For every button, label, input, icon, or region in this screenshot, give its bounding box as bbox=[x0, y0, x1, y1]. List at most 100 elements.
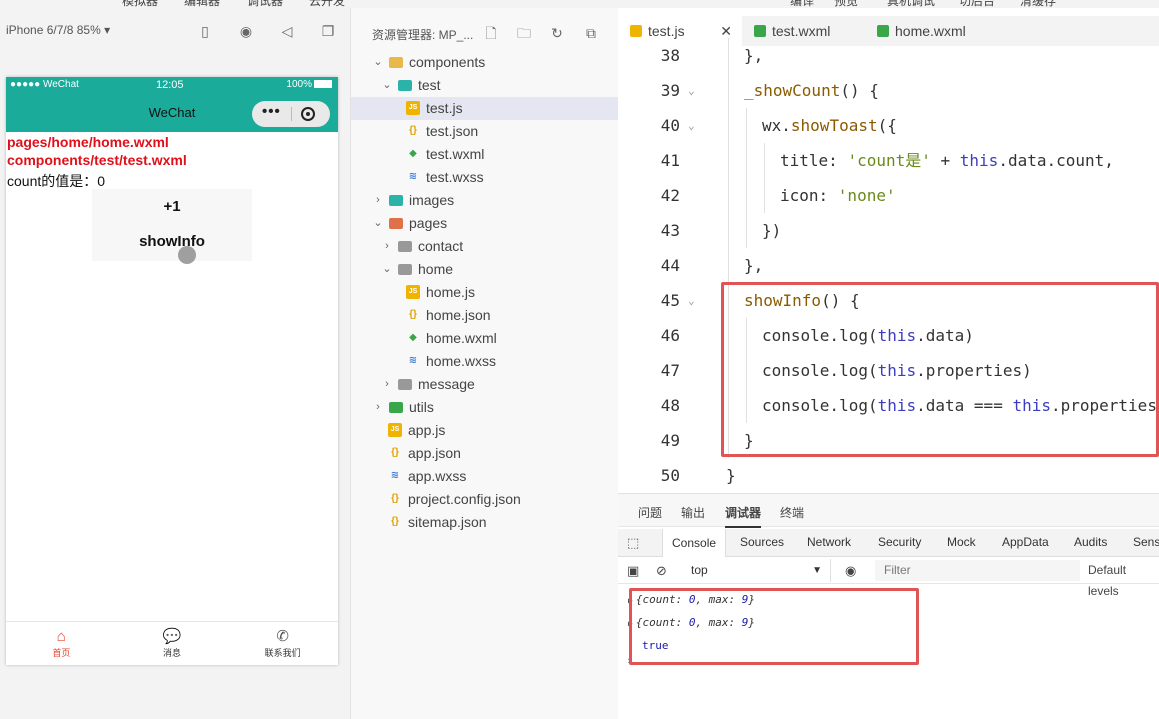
tree-item-home-json[interactable]: {} home.json bbox=[351, 304, 619, 327]
line-number: 49 bbox=[660, 431, 680, 450]
tree-item-components[interactable]: ⌄ components bbox=[351, 51, 619, 74]
tab-debugger[interactable]: 调试器 bbox=[725, 504, 762, 528]
tab-problems[interactable]: 问题 bbox=[638, 504, 662, 521]
tree-item-app-js[interactable]: JS app.js bbox=[351, 419, 619, 442]
code-line[interactable]: 42 icon: 'none' bbox=[618, 178, 1159, 213]
chevron-right-icon[interactable]: › bbox=[372, 189, 384, 212]
folder-icon bbox=[389, 57, 403, 68]
chevron-right-icon[interactable]: › bbox=[381, 373, 393, 396]
tree-item-test-json[interactable]: {} test.json bbox=[351, 120, 619, 143]
menu-capsule[interactable]: ••• bbox=[252, 101, 330, 127]
top-menu-item[interactable]: 编译 bbox=[790, 0, 814, 8]
wxml-icon: ◆ bbox=[409, 148, 417, 159]
status-bar: ●●●●● WeChat 12:05 100% bbox=[6, 77, 338, 93]
tree-item-label: images bbox=[409, 192, 455, 208]
top-menu-item[interactable]: 模拟器 bbox=[122, 0, 158, 8]
fold-chevron-icon[interactable]: ⌄ bbox=[688, 108, 695, 143]
tree-item-home-js[interactable]: JS home.js bbox=[351, 281, 619, 304]
code-line[interactable]: 44}, bbox=[618, 248, 1159, 283]
tab-output[interactable]: 输出 bbox=[681, 504, 705, 521]
tab-home[interactable]: ⌂ 首页 bbox=[6, 622, 117, 665]
code-line[interactable]: 40 ⌄ wx.showToast({ bbox=[618, 108, 1159, 143]
speaker-icon[interactable]: ◁ bbox=[278, 22, 296, 40]
tree-item-test-wxml[interactable]: ◆ test.wxml bbox=[351, 143, 619, 166]
code-line[interactable]: 43}) bbox=[618, 213, 1159, 248]
tree-item-label: home.js bbox=[426, 284, 476, 300]
chevron-right-icon[interactable]: › bbox=[381, 235, 393, 258]
indent-guide bbox=[764, 178, 765, 213]
tree-item-home-wxss[interactable]: ≋ home.wxss bbox=[351, 350, 619, 373]
touch-cursor bbox=[178, 246, 196, 264]
chevron-down-icon[interactable]: ⌄ bbox=[381, 258, 393, 281]
tab-mock[interactable]: Mock bbox=[947, 535, 976, 549]
tree-item-utils[interactable]: › utils bbox=[351, 396, 619, 419]
tree-item-label: app.json bbox=[408, 445, 461, 461]
tab-appdata[interactable]: AppData bbox=[1002, 535, 1049, 549]
top-menu-item[interactable]: 预览 bbox=[834, 0, 858, 8]
context-select[interactable]: top ▼ bbox=[681, 559, 831, 582]
phone-icon[interactable]: ▯ bbox=[196, 22, 214, 40]
top-menu-item[interactable]: 清缓存 bbox=[1020, 0, 1056, 8]
code-line[interactable]: 50} bbox=[618, 458, 1159, 493]
increment-button[interactable]: +1 bbox=[92, 198, 252, 215]
inspect-icon[interactable]: ⬚ bbox=[627, 535, 639, 551]
tree-item-test[interactable]: ⌄ test bbox=[351, 74, 619, 97]
tree-item-home[interactable]: ⌄ home bbox=[351, 258, 619, 281]
collapse-icon[interactable]: ⧉ bbox=[582, 24, 600, 42]
tab-audits[interactable]: Audits bbox=[1074, 535, 1107, 549]
tab-terminal[interactable]: 终端 bbox=[780, 504, 804, 521]
levels-select[interactable]: Default levels bbox=[1088, 560, 1159, 602]
tab-sensors[interactable]: Sens bbox=[1133, 535, 1159, 549]
sidebar-toggle-icon[interactable]: ▣ bbox=[627, 563, 639, 579]
record-icon[interactable]: ◉ bbox=[237, 22, 255, 40]
fold-chevron-icon[interactable]: ⌄ bbox=[688, 73, 695, 108]
top-menu-item[interactable]: 调试器 bbox=[247, 0, 283, 8]
top-menu-item[interactable]: 云开发 bbox=[309, 0, 345, 8]
top-menu-item[interactable]: 真机调试 bbox=[887, 0, 935, 8]
tab-home-label: 首页 bbox=[52, 648, 71, 658]
chevron-right-icon[interactable]: › bbox=[372, 396, 384, 419]
tree-item-test-wxss[interactable]: ≋ test.wxss bbox=[351, 166, 619, 189]
code-line[interactable]: 38}, bbox=[618, 38, 1159, 73]
tree-item-test-js[interactable]: JS test.js bbox=[351, 97, 619, 120]
tree-item-message[interactable]: › message bbox=[351, 373, 619, 396]
top-menu-item[interactable]: 编辑器 bbox=[184, 0, 220, 8]
tab-network[interactable]: Network bbox=[807, 535, 851, 549]
eye-icon[interactable]: ◉ bbox=[845, 563, 856, 579]
new-folder-icon[interactable]: 🗀 bbox=[515, 24, 533, 42]
code-text: }) bbox=[762, 221, 782, 240]
simulator-panel: iPhone 6/7/8 85% ▾ ▯ ◉ ◁ ❐ ●●●●● WeChat … bbox=[0, 8, 350, 719]
show-info-button[interactable]: showInfo bbox=[92, 233, 252, 250]
tab-console[interactable]: Console bbox=[662, 529, 727, 557]
tree-item-images[interactable]: › images bbox=[351, 189, 619, 212]
filter-input[interactable]: Filter bbox=[875, 560, 1080, 581]
new-file-icon[interactable]: 🗋 bbox=[482, 24, 500, 42]
clear-console-icon[interactable]: ⊘ bbox=[656, 563, 667, 579]
tree-item-sitemap-json[interactable]: {} sitemap.json bbox=[351, 511, 619, 534]
close-target-icon[interactable] bbox=[301, 107, 315, 121]
folder-icon bbox=[398, 241, 412, 252]
refresh-icon[interactable]: ↻ bbox=[548, 24, 566, 42]
device-select[interactable]: iPhone 6/7/8 85% ▾ bbox=[6, 23, 110, 37]
chevron-down-icon[interactable]: ⌄ bbox=[372, 51, 384, 74]
tab-message[interactable]: 💬 消息 bbox=[117, 622, 228, 665]
tab-security[interactable]: Security bbox=[878, 535, 921, 549]
tree-item-pages[interactable]: ⌄ pages bbox=[351, 212, 619, 235]
tab-contact[interactable]: ✆ 联系我们 bbox=[227, 622, 338, 665]
tree-item-app-json[interactable]: {} app.json bbox=[351, 442, 619, 465]
top-menu-item[interactable]: 切后台 bbox=[959, 0, 995, 8]
tree-item-project-config-json[interactable]: {} project.config.json bbox=[351, 488, 619, 511]
file-explorer: 资源管理器: MP_... 🗋 🗀 ↻ ⧉ ⌄ components ⌄ test JS… bbox=[350, 8, 619, 719]
chevron-down-icon[interactable]: ⌄ bbox=[372, 212, 384, 235]
tab-sources[interactable]: Sources bbox=[740, 535, 784, 549]
more-icon[interactable]: ••• bbox=[262, 103, 281, 120]
tree-item-app-wxss[interactable]: ≋ app.wxss bbox=[351, 465, 619, 488]
tree-item-contact[interactable]: › contact bbox=[351, 235, 619, 258]
folder-icon bbox=[389, 195, 403, 206]
code-line[interactable]: 41 title: 'count是' + this.data.count, bbox=[618, 143, 1159, 178]
chevron-down-icon[interactable]: ⌄ bbox=[381, 74, 393, 97]
fold-chevron-icon[interactable]: ⌄ bbox=[688, 283, 695, 318]
tree-item-home-wxml[interactable]: ◆ home.wxml bbox=[351, 327, 619, 350]
window-icon[interactable]: ❐ bbox=[319, 22, 337, 40]
code-line[interactable]: 39 ⌄ _showCount() { bbox=[618, 73, 1159, 108]
